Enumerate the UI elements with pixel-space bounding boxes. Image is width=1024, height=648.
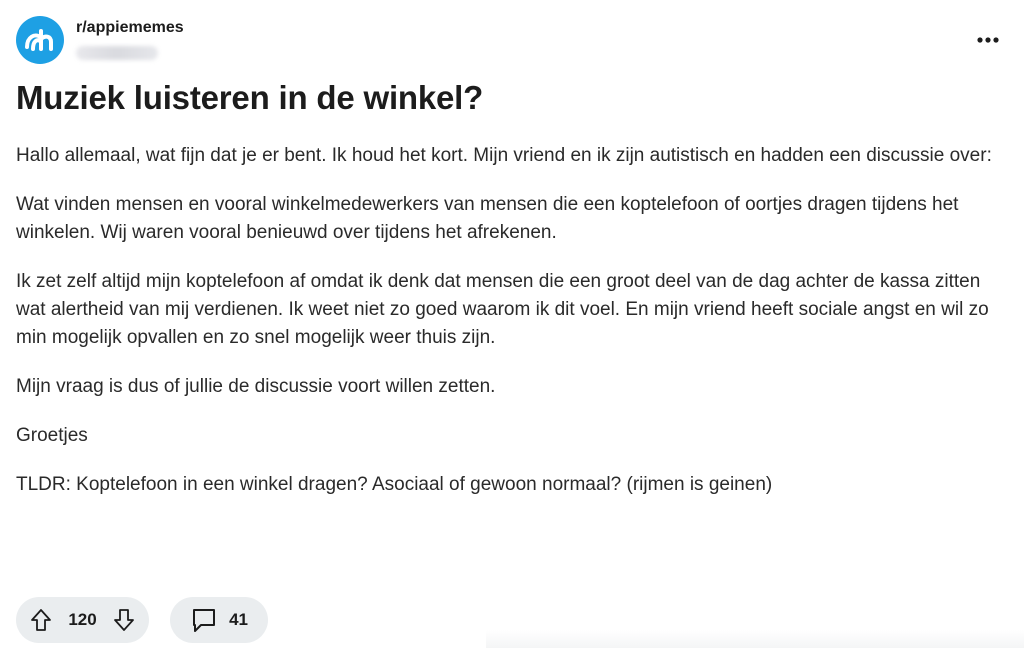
subreddit-avatar[interactable] (16, 16, 64, 64)
downvote-button[interactable] (113, 608, 135, 632)
post-title[interactable]: Muziek luisteren in de winkel? (16, 78, 483, 118)
post-paragraph: Hallo allemaal, wat fijn dat je er bent.… (16, 145, 992, 166)
post-header: r/appiememes (16, 16, 184, 64)
bottom-fade (486, 630, 1024, 648)
comments-button[interactable]: 41 (170, 597, 268, 643)
more-horizontal-icon (977, 37, 999, 43)
post-paragraph: Wat vinden mensen en vooral winkelmedewe… (16, 194, 959, 243)
comment-count: 41 (229, 610, 248, 629)
arrow-down-icon (114, 609, 134, 631)
post-actions: 120 41 (16, 597, 268, 643)
post-meta: r/appiememes (76, 18, 184, 60)
arrow-up-icon (31, 609, 51, 631)
post-paragraph: Mijn vraag is dus of jullie de discussie… (16, 376, 496, 397)
more-options-button[interactable] (974, 28, 1002, 52)
vote-count: 120 (68, 610, 97, 629)
post-paragraph: Groetjes (16, 425, 88, 446)
post-paragraph: Ik zet zelf altijd mijn koptelefoon af o… (16, 271, 989, 348)
albert-heijn-logo-icon (25, 29, 53, 51)
post-card: r/appiememes Muziek luisteren in de wink… (0, 0, 1024, 648)
vote-control: 120 (16, 597, 149, 643)
upvote-button[interactable] (30, 608, 52, 632)
post-paragraph: TLDR: Koptelefoon in een winkel dragen? … (16, 474, 773, 495)
subreddit-name[interactable]: r/appiememes (76, 18, 184, 38)
comment-bubble-icon (193, 609, 215, 632)
post-body: Hallo allemaal, wat fijn dat je er bent.… (16, 142, 1006, 520)
blurred-username (76, 46, 158, 60)
